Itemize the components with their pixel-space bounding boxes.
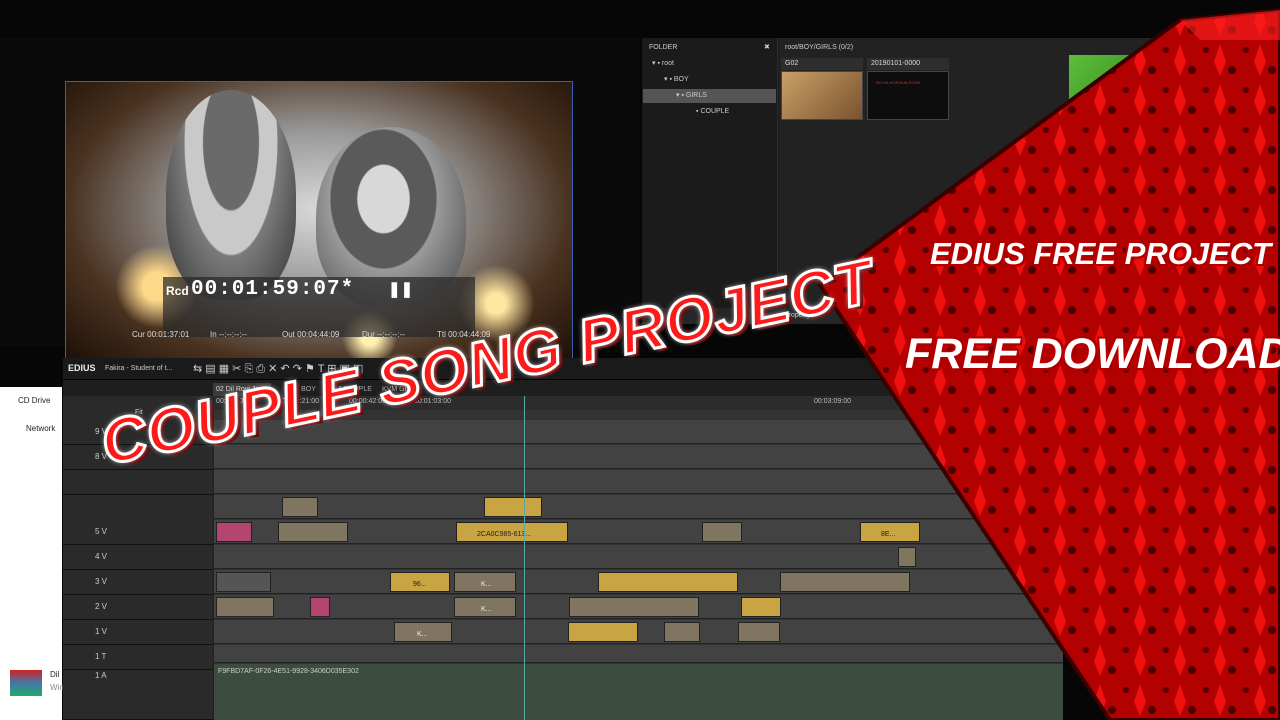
edius-free-project-text: EDIUS FREE PROJECT [930,236,1272,271]
screen: Rcd 00:01:59:07* ❚❚ Cur 00:01:37:01 In -… [0,0,1280,720]
free-download-text: FREE DOWNLOAD [905,330,1280,378]
